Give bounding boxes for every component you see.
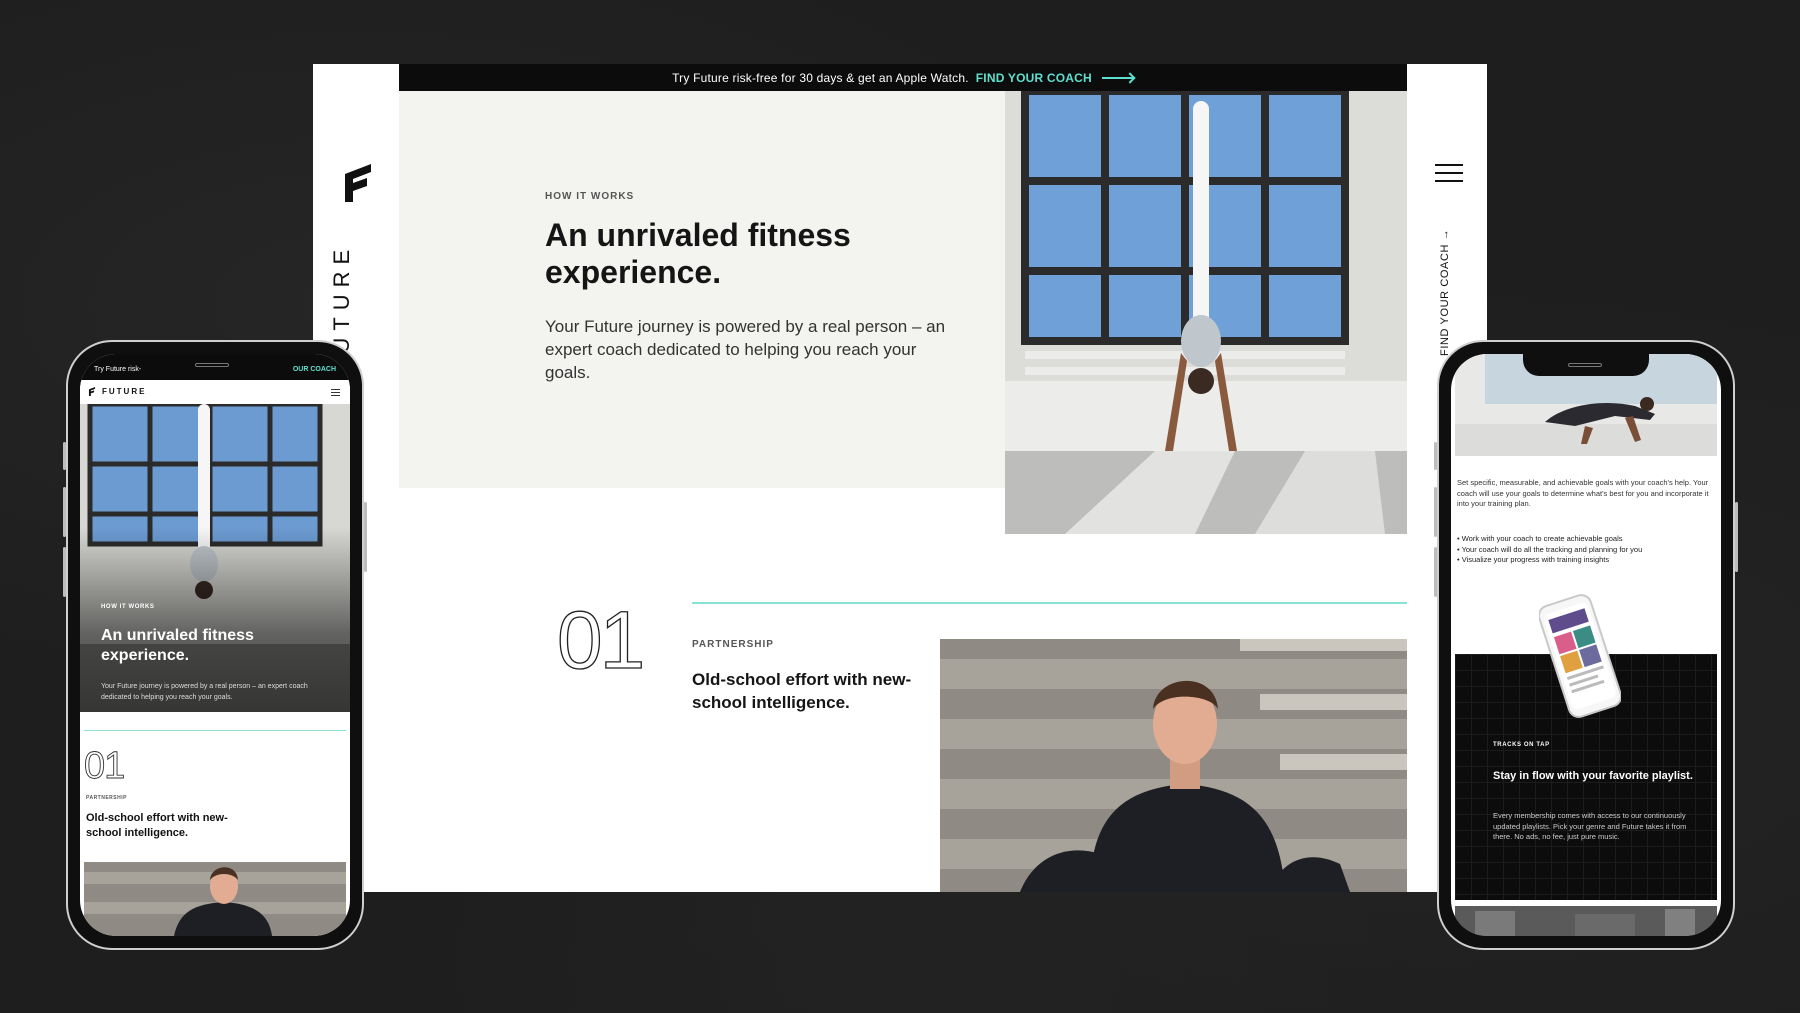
hero-panel: HOW IT WORKS An unrivaled fitness experi… xyxy=(399,91,1005,488)
bottom-photo-strip xyxy=(1455,906,1717,936)
music-title: Stay in flow with your favorite playlist… xyxy=(1493,770,1693,782)
side-find-coach-link[interactable]: FIND YOUR COACH → xyxy=(1439,216,1451,356)
future-logo-icon[interactable] xyxy=(88,386,96,397)
coach-photo xyxy=(940,639,1407,892)
mobile-hero-eyebrow: HOW IT WORKS xyxy=(101,604,155,610)
music-body: Every membership comes with access to ou… xyxy=(1493,811,1687,841)
promo-text: Try Future risk-free for 30 days & get a… xyxy=(672,70,969,85)
mobile-partnership-eyebrow: PARTNERSHIP xyxy=(86,795,127,801)
arrow-right-icon[interactable] xyxy=(1101,76,1134,79)
mobile-phone-left: Try Future risk- OUR COACH FUTURE HOW IT… xyxy=(63,340,367,950)
list-item: • Your coach will do all the tracking an… xyxy=(1457,544,1643,554)
hero-title: An unrivaled fitness experience. xyxy=(545,217,851,290)
hamburger-icon[interactable] xyxy=(1435,164,1463,184)
desktop-browser-mockup: Try Future risk-free for 30 days & get a… xyxy=(313,64,1487,892)
mobile-screen-right: Set specific, measurable, and achievable… xyxy=(1451,354,1721,936)
mobile-promo-cta[interactable]: OUR COACH xyxy=(293,366,336,373)
mobile-hero: HOW IT WORKS An unrivaled fitness experi… xyxy=(80,404,350,712)
hamburger-icon[interactable] xyxy=(331,389,340,398)
mobile-promo-text: Try Future risk- xyxy=(94,366,142,373)
app-phone-image xyxy=(1539,594,1621,718)
music-eyebrow: TRACKS ON TAP xyxy=(1493,742,1550,748)
mobile-partnership-title: Old-school effort with new-school intell… xyxy=(86,812,228,839)
vertical-wordmark: FUTURE xyxy=(329,242,354,374)
promo-banner: Try Future risk-free for 30 days & get a… xyxy=(399,64,1407,91)
hero-eyebrow: HOW IT WORKS xyxy=(545,191,635,202)
goals-description: Set specific, measurable, and achievable… xyxy=(1457,478,1709,508)
mobile-coach-photo xyxy=(84,862,346,936)
mobile-phone-right: Set specific, measurable, and achievable… xyxy=(1434,340,1738,950)
mobile-hero-title: An unrivaled fitness experience. xyxy=(101,627,254,664)
promo-cta-link[interactable]: FIND YOUR COACH xyxy=(976,71,1092,85)
section-number: 01 xyxy=(556,595,646,686)
list-item: • Work with your coach to create achieva… xyxy=(1457,534,1623,543)
phone-speaker xyxy=(1568,363,1602,367)
mobile-nav: FUTURE xyxy=(80,380,350,404)
handstand-photo xyxy=(1005,91,1407,534)
mobile-section-number: 01 xyxy=(84,745,126,787)
hero-body: Your Future journey is powered by a real… xyxy=(545,317,946,382)
list-item: • Visualize your progress with training … xyxy=(1457,555,1610,564)
mobile-hero-body: Your Future journey is powered by a real… xyxy=(101,683,308,701)
section-divider xyxy=(692,602,1407,604)
partnership-eyebrow: PARTNERSHIP xyxy=(692,639,774,650)
phone-speaker xyxy=(195,363,229,367)
goals-bullet-list: • Work with your coach to create achieva… xyxy=(1457,534,1717,566)
mobile-section-divider xyxy=(84,730,346,731)
partnership-title: Old-school effort with new-school intell… xyxy=(692,670,912,712)
mobile-screen-left: Try Future risk- OUR COACH FUTURE HOW IT… xyxy=(80,354,350,936)
mobile-brand: FUTURE xyxy=(102,387,147,396)
